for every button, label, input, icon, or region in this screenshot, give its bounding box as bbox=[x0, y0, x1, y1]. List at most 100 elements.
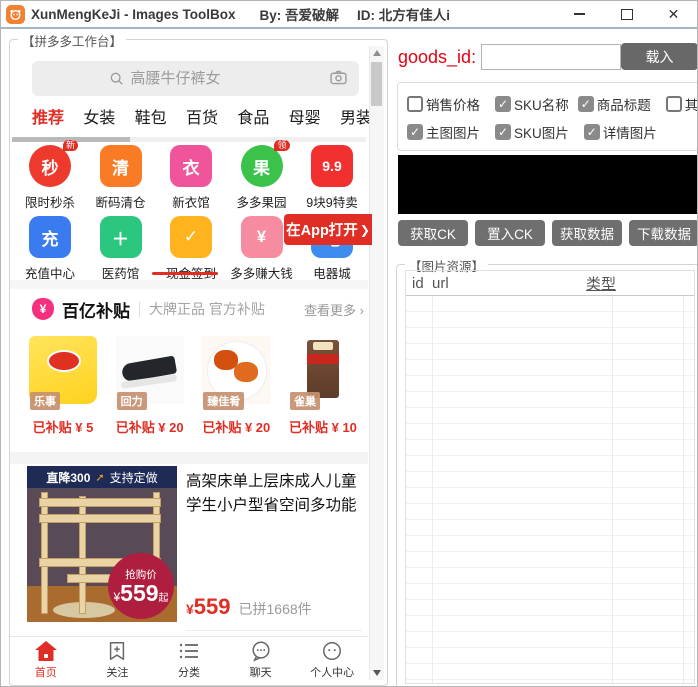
scroll-down-arrow-icon[interactable] bbox=[373, 670, 381, 676]
maximize-icon bbox=[620, 8, 633, 20]
app-window: XunMengKeJi - Images ToolBox By: 吾爱破解 ID… bbox=[0, 0, 698, 687]
grid-item-new-clothes[interactable]: 衣 新衣馆 bbox=[159, 145, 223, 211]
nav-profile[interactable]: 个人中心 bbox=[302, 640, 362, 680]
tab-womens[interactable]: 女装 bbox=[83, 104, 115, 128]
close-button[interactable]: ✕ bbox=[650, 1, 697, 27]
table-row[interactable] bbox=[406, 456, 694, 472]
orchard-icon: 果领 bbox=[240, 140, 290, 187]
product-card-warrior[interactable]: 回力 已补贴 ¥ 20 bbox=[111, 336, 189, 436]
checkbox-icon[interactable] bbox=[407, 96, 423, 112]
search-input[interactable] bbox=[128, 69, 283, 88]
table-row[interactable] bbox=[406, 408, 694, 424]
product-card-crab[interactable]: 臻佳肴 已补贴 ¥ 20 bbox=[197, 336, 275, 436]
goods-id-input[interactable] bbox=[481, 44, 621, 70]
table-row[interactable] bbox=[406, 472, 694, 488]
tab-food[interactable]: 食品 bbox=[237, 104, 269, 128]
title-bar: XunMengKeJi - Images ToolBox By: 吾爱破解 ID… bbox=[1, 1, 697, 29]
flash-price-badge: 抢购价 ¥559 起 bbox=[108, 553, 174, 619]
table-row[interactable] bbox=[406, 488, 694, 504]
nav-follow[interactable]: 关注 bbox=[87, 640, 147, 680]
subsidy-amount: 已补贴 ¥ 20 bbox=[202, 420, 271, 435]
checkbox-icon[interactable] bbox=[495, 96, 511, 112]
download-data-button[interactable]: 下载数据 bbox=[629, 220, 697, 246]
table-row[interactable] bbox=[406, 296, 694, 312]
nav-chat[interactable]: 聊天 bbox=[231, 640, 291, 680]
nav-categories[interactable]: 分类 bbox=[159, 640, 219, 680]
checkbox-icon[interactable] bbox=[577, 96, 594, 112]
product-image: 乐事 bbox=[29, 336, 97, 410]
product-card-nescafe[interactable]: 雀巢 已补贴 ¥ 10 bbox=[284, 336, 362, 436]
pharmacy-icon: ＋ bbox=[99, 216, 142, 258]
grid-item-flash-sale[interactable]: 秒新 限时秒杀 bbox=[18, 140, 82, 211]
checkbox-product-title[interactable]: 商品标题 bbox=[577, 94, 651, 114]
listing-price-row: ¥ 559 已拼1668件 bbox=[186, 594, 312, 619]
table-row[interactable] bbox=[406, 568, 694, 584]
get-ck-button[interactable]: 获取CK bbox=[398, 220, 468, 246]
grid-item-orchard[interactable]: 果领 多多果园 bbox=[230, 140, 294, 211]
column-header-url[interactable]: url bbox=[432, 275, 586, 292]
open-in-app-button[interactable]: 在App打开 ❯ bbox=[284, 214, 372, 245]
scroll-up-arrow-icon[interactable] bbox=[373, 50, 381, 56]
table-row[interactable] bbox=[406, 664, 694, 680]
grid-item-pharmacy[interactable]: ＋ 医药馆 bbox=[89, 216, 153, 282]
grid-item-clearance[interactable]: 清 断码清仓 bbox=[89, 145, 153, 211]
table-row[interactable] bbox=[406, 312, 694, 328]
checkbox-icon[interactable] bbox=[495, 124, 511, 140]
checkbox-main-images[interactable]: 主图图片 bbox=[407, 122, 480, 142]
tab-mens[interactable]: 男装 bbox=[340, 104, 372, 128]
table-row[interactable] bbox=[406, 504, 694, 520]
table-row[interactable] bbox=[406, 328, 694, 344]
home-icon bbox=[34, 641, 57, 661]
table-row[interactable] bbox=[406, 440, 694, 456]
table-row[interactable] bbox=[406, 536, 694, 552]
table-row[interactable] bbox=[406, 344, 694, 360]
table-row[interactable] bbox=[406, 520, 694, 536]
table-row[interactable] bbox=[406, 600, 694, 616]
grid-item-recharge[interactable]: 充 充值中心 bbox=[18, 216, 82, 282]
checkbox-icon[interactable] bbox=[407, 124, 423, 140]
minimize-icon bbox=[574, 13, 585, 15]
maximize-button[interactable] bbox=[603, 1, 650, 27]
checkbox-sku-name[interactable]: SKU名称 bbox=[495, 94, 569, 114]
table-row[interactable] bbox=[406, 632, 694, 648]
product-card-lays[interactable]: 乐事 已补贴 ¥ 5 bbox=[24, 336, 102, 436]
checkbox-sku-images[interactable]: SKU图片 bbox=[495, 122, 569, 142]
search-icon bbox=[109, 71, 125, 87]
see-more-link[interactable]: 查看更多 › bbox=[304, 300, 364, 319]
checkbox-detail-images[interactable]: 详情图片 bbox=[583, 122, 657, 142]
tab-mother-baby[interactable]: 母婴 bbox=[289, 104, 321, 128]
search-bar[interactable] bbox=[32, 61, 359, 96]
tab-recommend[interactable]: 推荐 bbox=[32, 104, 64, 128]
table-row[interactable] bbox=[406, 584, 694, 600]
table-row[interactable] bbox=[406, 616, 694, 632]
minimize-button[interactable] bbox=[556, 1, 603, 27]
nav-home[interactable]: 首页 bbox=[16, 640, 76, 680]
checkbox-icon[interactable] bbox=[583, 124, 600, 140]
table-row[interactable] bbox=[406, 648, 694, 664]
resources-table[interactable]: id url 类型 bbox=[405, 270, 695, 684]
product-listing[interactable]: 直降300 ➚ 支持定做 抢购价 ¥559 起 高架床单上层床成人儿童学生小户型省… bbox=[10, 464, 368, 634]
table-row[interactable] bbox=[406, 424, 694, 440]
column-header-type[interactable]: 类型 bbox=[586, 273, 657, 294]
table-row[interactable] bbox=[406, 360, 694, 376]
load-button[interactable]: 载入 bbox=[621, 43, 697, 70]
profile-icon bbox=[323, 642, 342, 660]
set-ck-button[interactable]: 置入CK bbox=[475, 220, 545, 246]
get-data-button[interactable]: 获取数据 bbox=[552, 220, 622, 246]
grid-item-99-sale[interactable]: 9.9 9块9特卖 bbox=[300, 145, 364, 211]
chat-icon bbox=[252, 641, 270, 662]
vertical-scrollbar-thumb[interactable] bbox=[371, 62, 382, 106]
table-row[interactable] bbox=[406, 392, 694, 408]
checkbox-sale-price[interactable]: 销售价格 bbox=[407, 94, 480, 114]
tab-general[interactable]: 百货 bbox=[186, 104, 218, 128]
column-header-id[interactable]: id bbox=[406, 275, 432, 292]
table-row[interactable] bbox=[406, 552, 694, 568]
checkbox-other-info[interactable]: 其它信息 bbox=[665, 94, 697, 114]
tab-shoes-bags[interactable]: 鞋包 bbox=[135, 104, 167, 128]
checkbox-icon[interactable] bbox=[665, 96, 682, 112]
image-resources-panel: 【图片资源】 id url 类型 bbox=[396, 256, 697, 686]
vertical-scrollbar[interactable] bbox=[369, 46, 384, 680]
table-row[interactable] bbox=[406, 680, 694, 683]
camera-icon[interactable] bbox=[330, 70, 347, 85]
table-row[interactable] bbox=[406, 376, 694, 392]
